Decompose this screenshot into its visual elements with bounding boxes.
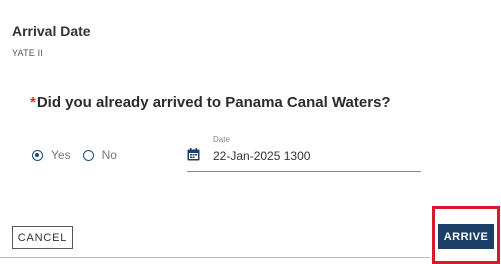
radio-no-label: No	[101, 148, 117, 162]
radio-option-no[interactable]: No	[82, 148, 117, 162]
date-field-label: Date	[213, 135, 230, 144]
radio-yes[interactable]	[32, 149, 43, 161]
dialog-title: Arrival Date	[12, 23, 91, 39]
required-marker: *	[30, 94, 36, 111]
date-field-value[interactable]: 22-Jan-2025 1300	[213, 149, 310, 163]
date-field[interactable]: Date 22-Jan-2025 1300	[187, 135, 421, 172]
question-text: Did you already arrived to Panama Canal …	[36, 94, 391, 111]
arrival-date-dialog: Arrival Date YATE II *Did you already ar…	[0, 0, 501, 264]
arrive-button[interactable]: ARRIVE	[438, 224, 494, 249]
calendar-icon[interactable]	[187, 148, 200, 161]
arrival-radio-group: Yes No	[32, 148, 117, 162]
cancel-button[interactable]: CANCEL	[12, 226, 73, 249]
vessel-name: YATE II	[12, 48, 44, 58]
arrival-question: *Did you already arrived to Panama Canal…	[30, 94, 391, 111]
radio-yes-label: Yes	[51, 148, 71, 162]
footer-divider	[0, 257, 430, 258]
radio-no[interactable]	[82, 149, 94, 161]
radio-option-yes[interactable]: Yes	[32, 148, 71, 162]
